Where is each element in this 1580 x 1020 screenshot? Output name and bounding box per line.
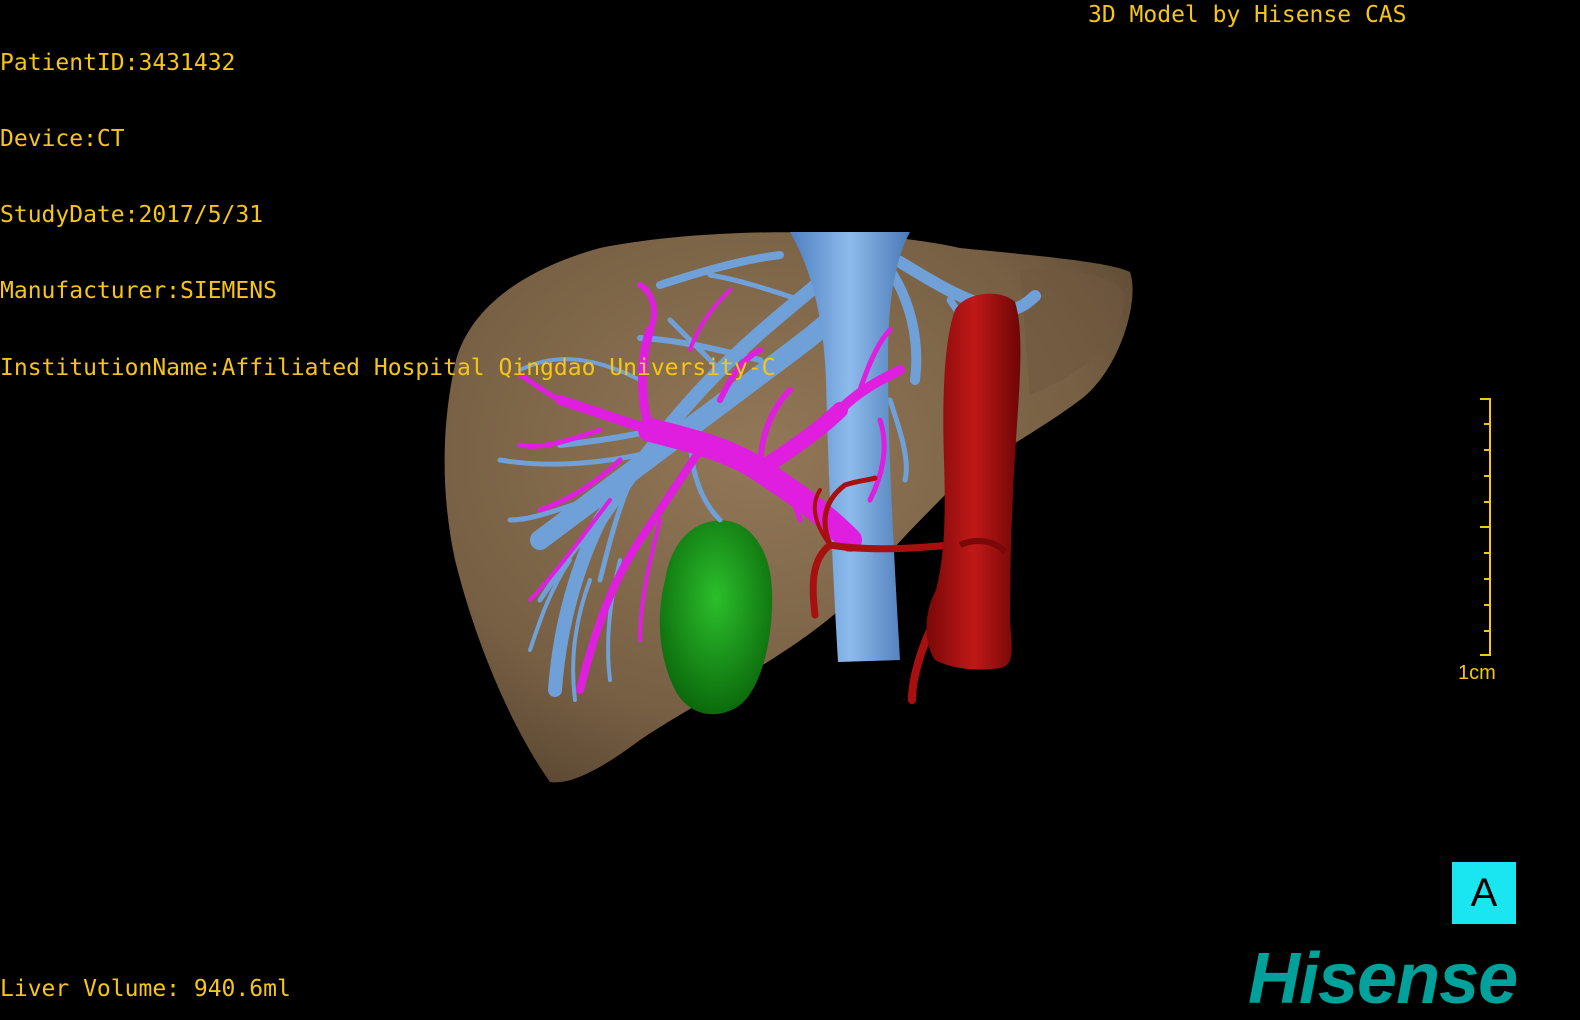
device: Device:CT <box>0 126 125 153</box>
patient-id: PatientID:3431432 <box>0 49 236 76</box>
manufacturer: Manufacturer:SIEMENS <box>0 278 277 305</box>
model-credit: 3D Model by Hisense CAS <box>1088 2 1407 28</box>
study-date: StudyDate:2017/5/31 <box>0 202 264 229</box>
3d-viewport[interactable]: PatientID:3431432 Device:CT StudyDate:20… <box>0 0 1580 1020</box>
liver-volume: Liver Volume: 940.6ml <box>0 976 291 1002</box>
hisense-logo: Hisense <box>1248 939 1518 1019</box>
view-orientation-button[interactable]: A <box>1452 862 1516 924</box>
study-info-overlay: PatientID:3431432 Device:CT StudyDate:20… <box>0 0 775 432</box>
scale-label: 1cm <box>1458 662 1496 684</box>
scale-bar <box>1480 398 1491 656</box>
institution-name: InstitutionName:Affiliated Hospital Qing… <box>0 354 776 381</box>
gallbladder <box>659 520 773 715</box>
